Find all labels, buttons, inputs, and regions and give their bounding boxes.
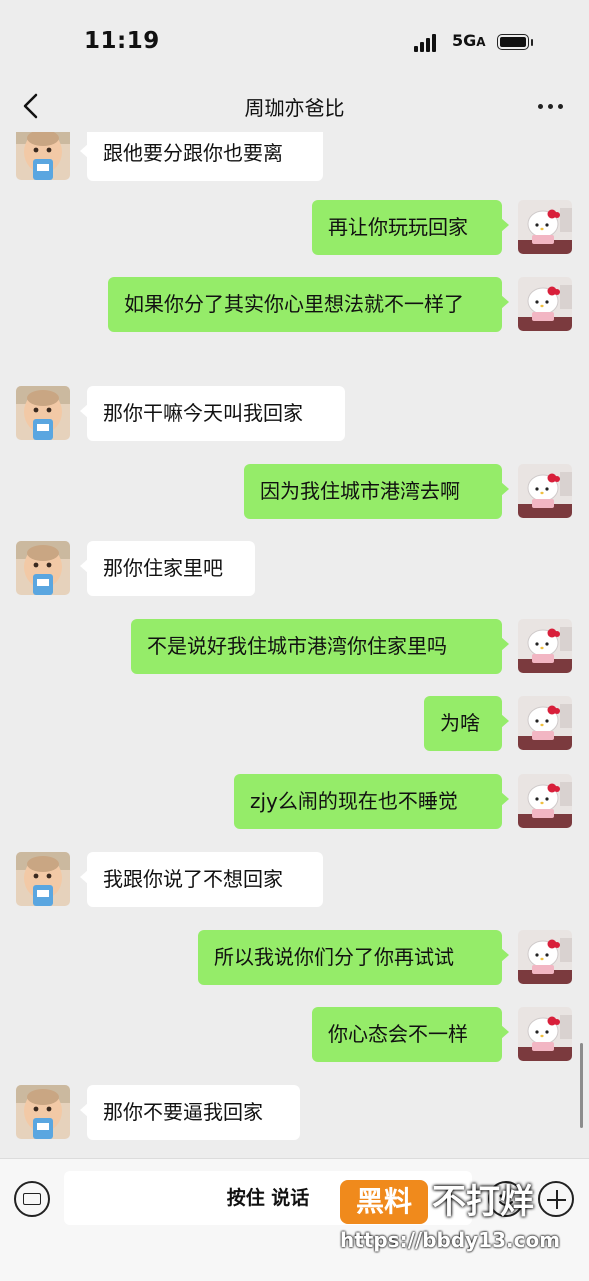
battery-icon: [497, 34, 535, 52]
status-time: 11:19: [84, 28, 160, 54]
contact-avatar[interactable]: [16, 852, 70, 906]
message-bubble-received[interactable]: 我跟你说了不想回家: [80, 852, 323, 907]
message-bubble-received[interactable]: 跟他要分跟你也要离: [80, 132, 323, 181]
message-bubble-sent[interactable]: 你心态会不一样: [312, 1007, 509, 1062]
message-bubble-received[interactable]: 那你不要逼我回家: [80, 1085, 300, 1140]
watermark-text: 不打烊: [432, 1182, 534, 1222]
keyboard-icon: [23, 1193, 41, 1205]
more-options-button[interactable]: [536, 94, 566, 118]
chat-header: 周珈亦爸比: [0, 80, 589, 132]
keyboard-toggle-button[interactable]: [14, 1181, 50, 1217]
self-avatar[interactable]: [518, 930, 572, 984]
status-bar: 11:19 5GA: [0, 0, 589, 80]
scrollbar[interactable]: [580, 1043, 583, 1128]
self-avatar[interactable]: [518, 774, 572, 828]
self-avatar[interactable]: [518, 619, 572, 673]
message-bubble-received[interactable]: 那你住家里吧: [80, 541, 255, 596]
self-avatar[interactable]: [518, 277, 572, 331]
contact-avatar[interactable]: [16, 386, 70, 440]
self-avatar[interactable]: [518, 696, 572, 750]
self-avatar[interactable]: [518, 1007, 572, 1061]
message-bubble-received[interactable]: 那你干嘛今天叫我回家: [80, 386, 345, 441]
message-bubble-sent[interactable]: 不是说好我住城市港湾你住家里吗: [131, 619, 509, 674]
message-bubble-sent[interactable]: 再让你玩玩回家: [312, 200, 509, 255]
message-bubble-sent[interactable]: zjy么闹的现在也不睡觉: [234, 774, 509, 829]
self-avatar[interactable]: [518, 464, 572, 518]
message-list[interactable]: 跟他要分跟你也要离 再让你玩玩回家 如果你分了其实你心里想法就不一样了 那你干嘛…: [0, 132, 589, 1157]
signal-icon: [414, 34, 440, 52]
contact-avatar[interactable]: [16, 1085, 70, 1139]
message-bubble-sent[interactable]: 所以我说你们分了你再试试: [198, 930, 509, 985]
watermark: 黑料 不打烊 https://bbdy13.com: [340, 1180, 580, 1260]
watermark-badge: 黑料: [340, 1180, 428, 1224]
contact-avatar[interactable]: [16, 132, 70, 180]
message-bubble-sent[interactable]: 为啥: [424, 696, 509, 751]
chat-title: 周珈亦爸比: [244, 96, 345, 120]
contact-avatar[interactable]: [16, 541, 70, 595]
self-avatar[interactable]: [518, 200, 572, 254]
message-bubble-sent[interactable]: 因为我住城市港湾去啊: [244, 464, 509, 519]
message-bubble-sent[interactable]: 如果你分了其实你心里想法就不一样了: [108, 277, 509, 332]
network-label: 5GA: [452, 31, 486, 50]
watermark-url: https://bbdy13.com: [340, 1228, 561, 1252]
